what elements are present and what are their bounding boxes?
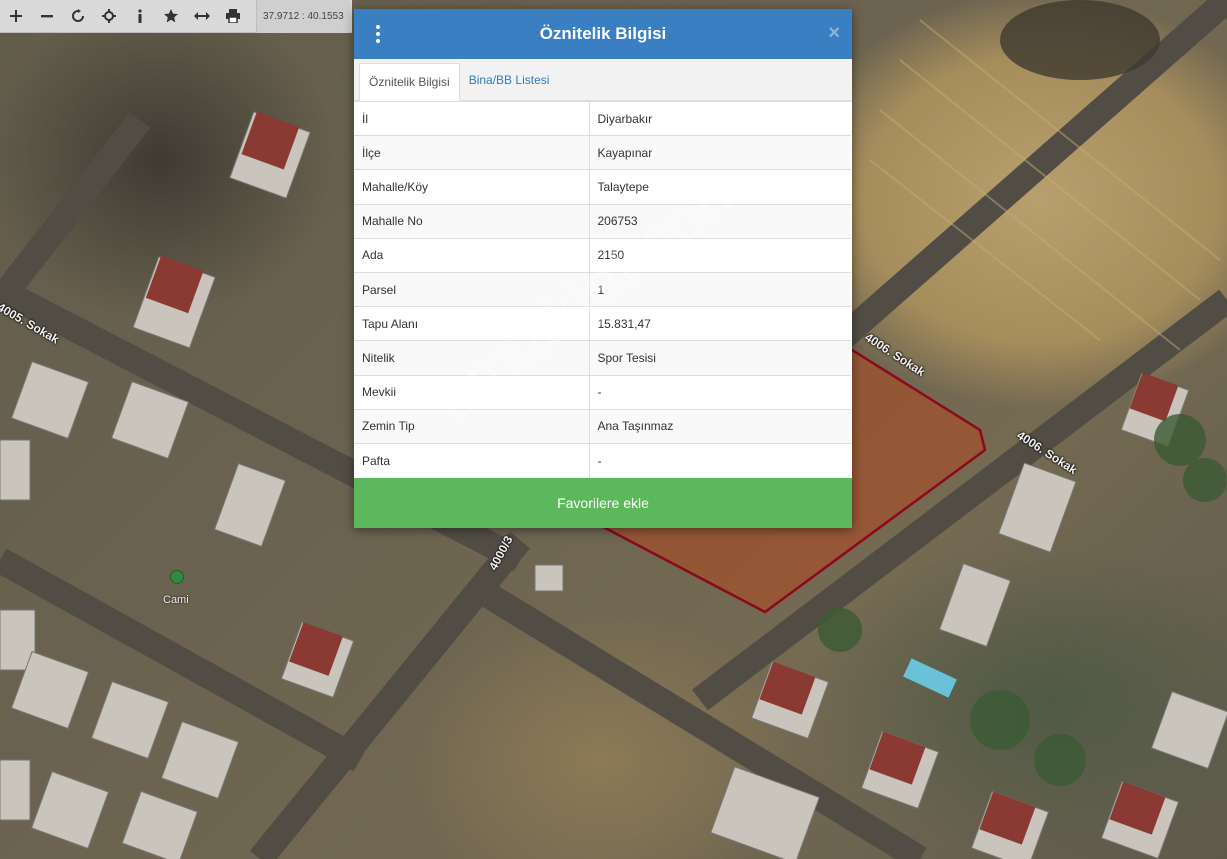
table-row: Mahalle No 206753 (354, 203, 851, 239)
map-toolbar: 37.9712 : 40.1553 (0, 0, 352, 33)
attribute-value: Ana Taşınmaz (589, 408, 851, 444)
minus-icon (40, 15, 53, 18)
attribute-value: Kayapınar (589, 135, 851, 170)
dialog-title: Öznitelik Bilgisi (539, 24, 667, 43)
refresh-button[interactable] (62, 0, 93, 33)
attribute-value: - (589, 442, 851, 478)
zoom-in-button[interactable] (0, 0, 31, 33)
attribute-key: Pafta (354, 442, 590, 478)
tab-attribute-info[interactable]: Öznitelik Bilgisi (359, 63, 460, 101)
favorite-button[interactable] (155, 0, 186, 33)
add-to-favorites-button[interactable]: Favorilere ekle (354, 478, 852, 528)
locate-button[interactable] (93, 0, 124, 33)
coordinate-readout: 37.9712 : 40.1553 (256, 0, 350, 33)
measure-arrows-icon (193, 12, 210, 20)
table-row: İlçe Kayapınar (354, 135, 851, 170)
table-row: Zemin Tip Ana Taşınmaz (354, 408, 851, 444)
printer-icon (225, 9, 240, 23)
measure-button[interactable] (186, 0, 217, 33)
info-icon (137, 9, 142, 23)
mosque-icon[interactable] (170, 570, 184, 584)
vertical-dots-menu-icon[interactable] (368, 22, 388, 46)
attribute-key: Mahalle/Köy (354, 169, 590, 205)
plus-icon (9, 10, 22, 22)
table-row: Nitelik Spor Tesisi (354, 340, 851, 375)
attribute-key: Nitelik (354, 340, 590, 375)
table-row: İl Diyarbakır (354, 100, 851, 136)
star-icon (163, 9, 178, 23)
attribute-value: 15.831,47 (589, 306, 851, 341)
table-row: Mahalle/Köy Talaytepe (354, 169, 851, 205)
table-row: Ada 2150 (354, 237, 851, 273)
print-button[interactable] (217, 0, 248, 33)
attribute-key: Zemin Tip (354, 408, 590, 444)
info-button[interactable] (124, 0, 155, 33)
poi-label-cami: Cami (163, 594, 189, 606)
attribute-key: Mevkii (354, 374, 590, 410)
attribute-key: Tapu Alanı (354, 306, 590, 341)
attribute-value: Diyarbakır (589, 100, 851, 136)
attribute-value: 206753 (589, 203, 851, 239)
crosshair-icon (101, 9, 116, 23)
dialog-tabs: Öznitelik Bilgisi Bina/BB Listesi (354, 59, 852, 101)
attribute-key: İlçe (354, 135, 590, 170)
refresh-icon (71, 9, 84, 22)
road-upper-left (0, 112, 151, 308)
attribute-value: Talaytepe (589, 169, 851, 205)
table-row: Pafta - (354, 442, 851, 478)
attribute-value: Spor Tesisi (589, 340, 851, 375)
tab-building-list[interactable]: Bina/BB Listesi (460, 62, 559, 100)
zoom-out-button[interactable] (31, 0, 62, 33)
attribute-key: Parsel (354, 271, 590, 307)
dialog-header: Öznitelik Bilgisi × (354, 9, 852, 59)
attribute-key: İl (354, 100, 590, 136)
attribute-table: İl Diyarbakır İlçe Kayapınar Mahalle/Köy Tala… (354, 100, 851, 478)
attribute-value: 1 (589, 271, 851, 307)
close-icon[interactable]: × (828, 23, 840, 43)
attribute-key: Ada (354, 237, 590, 273)
attribute-value: 2150 (589, 237, 851, 273)
table-row: Tapu Alanı 15.831,47 (354, 306, 851, 341)
road-4000 (249, 531, 531, 859)
table-row: Parsel 1 (354, 271, 851, 307)
attribute-info-dialog: Öznitelik Bilgisi × Öznitelik Bilgisi Bi… (354, 9, 852, 528)
table-row: Mevkii - (354, 374, 851, 410)
attribute-value: - (589, 374, 851, 410)
attribute-key: Mahalle No (354, 203, 590, 239)
